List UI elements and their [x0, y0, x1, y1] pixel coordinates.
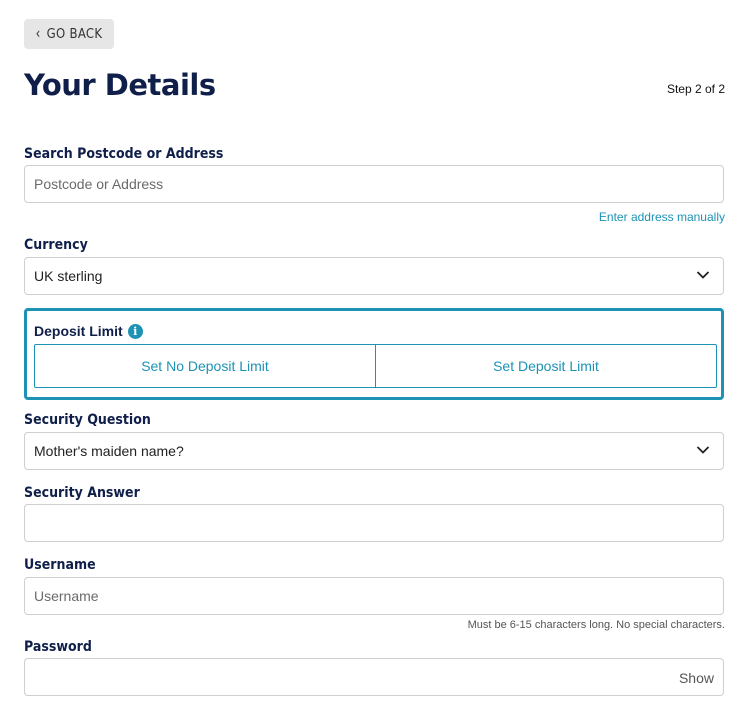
- deposit-limit-options: Set No Deposit Limit Set Deposit Limit: [34, 344, 717, 388]
- username-input[interactable]: [25, 578, 723, 614]
- currency-select[interactable]: UK sterling: [24, 257, 724, 295]
- chevron-left-icon: ‹: [35, 25, 41, 43]
- deposit-limit-heading: Deposit Limit i: [34, 323, 143, 339]
- go-back-button[interactable]: ‹ GO BACK: [24, 19, 114, 49]
- deposit-limit-label: Deposit Limit: [34, 323, 123, 339]
- security-answer-input[interactable]: [25, 505, 723, 541]
- show-password-toggle[interactable]: Show: [679, 670, 714, 686]
- address-search-input[interactable]: [25, 166, 723, 202]
- address-label: Search Postcode or Address: [24, 146, 224, 162]
- chevron-down-icon: [696, 446, 710, 454]
- password-input[interactable]: [25, 659, 723, 695]
- info-icon[interactable]: i: [127, 323, 143, 339]
- page-title: Your Details: [24, 68, 216, 102]
- password-field-wrapper: Show: [24, 658, 724, 696]
- security-question-label: Security Question: [24, 412, 151, 428]
- password-label: Password: [24, 639, 92, 655]
- username-hint: Must be 6-15 characters long. No special…: [467, 619, 725, 631]
- security-question-selected-value: Mother's maiden name?: [34, 443, 184, 459]
- currency-selected-value: UK sterling: [34, 268, 103, 284]
- security-answer-label: Security Answer: [24, 485, 140, 501]
- set-deposit-limit-button[interactable]: Set Deposit Limit: [375, 345, 716, 387]
- currency-label: Currency: [24, 237, 88, 253]
- step-indicator: Step 2 of 2: [666, 82, 725, 96]
- enter-address-manually-link[interactable]: Enter address manually: [599, 210, 725, 224]
- deposit-limit-panel: Deposit Limit i Set No Deposit Limit Set…: [24, 308, 724, 400]
- username-field-wrapper: [24, 577, 724, 615]
- username-label: Username: [24, 557, 96, 573]
- security-question-select[interactable]: Mother's maiden name?: [24, 432, 724, 470]
- set-no-deposit-limit-button[interactable]: Set No Deposit Limit: [35, 345, 375, 387]
- security-answer-wrapper: [24, 504, 724, 542]
- chevron-down-icon: [696, 271, 710, 279]
- go-back-label: GO BACK: [46, 26, 103, 42]
- address-field-wrapper: [24, 165, 724, 203]
